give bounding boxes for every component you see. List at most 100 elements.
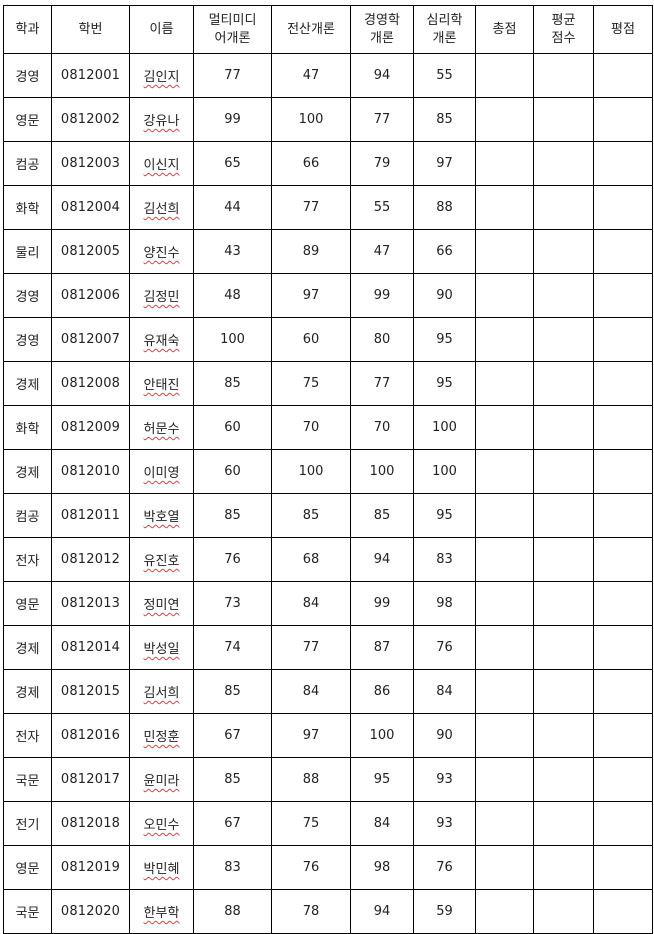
cell-grade[interactable] [593, 229, 653, 274]
cell-average[interactable] [533, 361, 594, 406]
cell-dept[interactable]: 국문 [3, 889, 52, 934]
cell-name[interactable]: 김인지 [129, 53, 194, 98]
cell-management[interactable]: 87 [350, 625, 414, 670]
cell-average[interactable] [533, 801, 594, 846]
cell-grade[interactable] [593, 625, 653, 670]
cell-psychology[interactable]: 95 [413, 317, 476, 362]
cell-multimedia[interactable]: 85 [193, 493, 272, 538]
cell-dept[interactable]: 국문 [3, 757, 52, 802]
cell-management[interactable]: 94 [350, 537, 414, 582]
cell-total[interactable] [475, 141, 534, 186]
cell-management[interactable]: 95 [350, 757, 414, 802]
cell-student-id[interactable]: 0812006 [51, 273, 130, 318]
cell-total[interactable] [475, 581, 534, 626]
cell-total[interactable] [475, 713, 534, 758]
cell-psychology[interactable]: 59 [413, 889, 476, 934]
cell-computing[interactable]: 89 [271, 229, 351, 274]
cell-student-id[interactable]: 0812020 [51, 889, 130, 934]
cell-management[interactable]: 55 [350, 185, 414, 230]
cell-student-id[interactable]: 0812008 [51, 361, 130, 406]
cell-name[interactable]: 이미영 [129, 449, 194, 494]
cell-name[interactable]: 윤미라 [129, 757, 194, 802]
cell-student-id[interactable]: 0812016 [51, 713, 130, 758]
cell-dept[interactable]: 컴공 [3, 493, 52, 538]
cell-total[interactable] [475, 405, 534, 450]
cell-multimedia[interactable]: 43 [193, 229, 272, 274]
cell-multimedia[interactable]: 85 [193, 757, 272, 802]
cell-grade[interactable] [593, 185, 653, 230]
cell-management[interactable]: 85 [350, 493, 414, 538]
cell-name[interactable]: 이신지 [129, 141, 194, 186]
cell-multimedia[interactable]: 44 [193, 185, 272, 230]
cell-dept[interactable]: 화학 [3, 405, 52, 450]
cell-grade[interactable] [593, 669, 653, 714]
cell-grade[interactable] [593, 405, 653, 450]
cell-grade[interactable] [593, 757, 653, 802]
cell-management[interactable]: 100 [350, 713, 414, 758]
cell-dept[interactable]: 전자 [3, 713, 52, 758]
cell-total[interactable] [475, 273, 534, 318]
cell-average[interactable] [533, 669, 594, 714]
cell-dept[interactable]: 전기 [3, 801, 52, 846]
cell-management[interactable]: 79 [350, 141, 414, 186]
cell-average[interactable] [533, 405, 594, 450]
cell-management[interactable]: 94 [350, 889, 414, 934]
cell-total[interactable] [475, 625, 534, 670]
cell-student-id[interactable]: 0812002 [51, 97, 130, 142]
cell-grade[interactable] [593, 317, 653, 362]
cell-average[interactable] [533, 625, 594, 670]
cell-name[interactable]: 안태진 [129, 361, 194, 406]
cell-computing[interactable]: 97 [271, 713, 351, 758]
cell-name[interactable]: 강유나 [129, 97, 194, 142]
cell-total[interactable] [475, 449, 534, 494]
cell-average[interactable] [533, 845, 594, 890]
cell-multimedia[interactable]: 76 [193, 537, 272, 582]
cell-dept[interactable]: 영문 [3, 97, 52, 142]
cell-multimedia[interactable]: 60 [193, 405, 272, 450]
cell-student-id[interactable]: 0812019 [51, 845, 130, 890]
cell-student-id[interactable]: 0812017 [51, 757, 130, 802]
cell-average[interactable] [533, 449, 594, 494]
cell-dept[interactable]: 화학 [3, 185, 52, 230]
cell-computing[interactable]: 47 [271, 53, 351, 98]
cell-grade[interactable] [593, 141, 653, 186]
cell-management[interactable]: 77 [350, 361, 414, 406]
cell-grade[interactable] [593, 53, 653, 98]
cell-dept[interactable]: 영문 [3, 845, 52, 890]
cell-computing[interactable]: 78 [271, 889, 351, 934]
cell-psychology[interactable]: 90 [413, 273, 476, 318]
cell-name[interactable]: 허문수 [129, 405, 194, 450]
cell-computing[interactable]: 77 [271, 185, 351, 230]
cell-total[interactable] [475, 97, 534, 142]
cell-name[interactable]: 민정훈 [129, 713, 194, 758]
cell-student-id[interactable]: 0812001 [51, 53, 130, 98]
cell-total[interactable] [475, 801, 534, 846]
cell-dept[interactable]: 물리 [3, 229, 52, 274]
cell-multimedia[interactable]: 85 [193, 669, 272, 714]
cell-management[interactable]: 47 [350, 229, 414, 274]
cell-total[interactable] [475, 537, 534, 582]
cell-student-id[interactable]: 0812014 [51, 625, 130, 670]
cell-dept[interactable]: 경제 [3, 449, 52, 494]
cell-name[interactable]: 김서희 [129, 669, 194, 714]
cell-computing[interactable]: 60 [271, 317, 351, 362]
cell-dept[interactable]: 경제 [3, 669, 52, 714]
cell-name[interactable]: 정미연 [129, 581, 194, 626]
cell-multimedia[interactable]: 100 [193, 317, 272, 362]
cell-name[interactable]: 오민수 [129, 801, 194, 846]
cell-computing[interactable]: 68 [271, 537, 351, 582]
cell-grade[interactable] [593, 889, 653, 934]
cell-average[interactable] [533, 185, 594, 230]
cell-psychology[interactable]: 85 [413, 97, 476, 142]
cell-multimedia[interactable]: 65 [193, 141, 272, 186]
cell-multimedia[interactable]: 77 [193, 53, 272, 98]
cell-psychology[interactable]: 55 [413, 53, 476, 98]
cell-student-id[interactable]: 0812012 [51, 537, 130, 582]
cell-student-id[interactable]: 0812003 [51, 141, 130, 186]
cell-dept[interactable]: 영문 [3, 581, 52, 626]
cell-student-id[interactable]: 0812013 [51, 581, 130, 626]
cell-total[interactable] [475, 669, 534, 714]
cell-name[interactable]: 박호열 [129, 493, 194, 538]
cell-average[interactable] [533, 97, 594, 142]
cell-multimedia[interactable]: 85 [193, 361, 272, 406]
